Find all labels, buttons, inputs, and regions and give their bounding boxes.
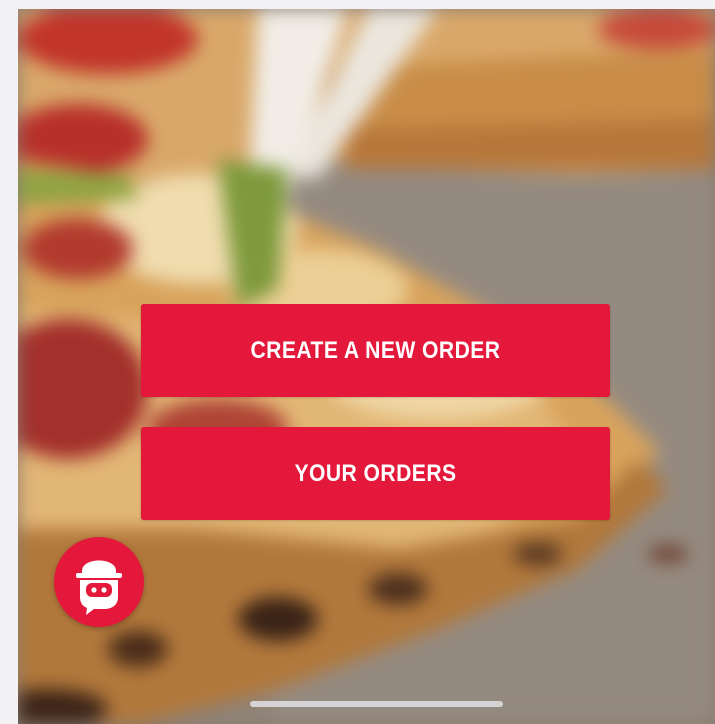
chat-assistant-button[interactable] bbox=[54, 537, 144, 627]
home-indicator[interactable] bbox=[250, 701, 503, 707]
your-orders-label: YOUR ORDERS bbox=[294, 459, 457, 487]
delivery-mascot-chat-icon bbox=[76, 560, 122, 615]
create-new-order-label: CREATE A NEW ORDER bbox=[250, 336, 501, 364]
your-orders-button[interactable]: YOUR ORDERS bbox=[140, 427, 611, 520]
app-screen: CREATE A NEW ORDER YOUR ORDERS bbox=[18, 9, 715, 724]
create-new-order-button[interactable]: CREATE A NEW ORDER bbox=[140, 304, 611, 397]
